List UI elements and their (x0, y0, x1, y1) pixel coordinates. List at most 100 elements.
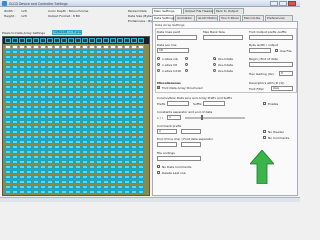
grid-cell[interactable] (131, 160, 137, 164)
grid-cell[interactable] (89, 150, 95, 154)
tab-output-file-header[interactable]: Output File Header (183, 8, 213, 14)
grid-cell[interactable] (110, 45, 116, 49)
grid-cell[interactable] (117, 115, 123, 119)
grid-cell[interactable] (110, 170, 116, 174)
grid-cell[interactable] (82, 95, 88, 99)
grid-cell[interactable] (12, 45, 18, 49)
radio-left-1[interactable] (157, 57, 160, 60)
grid-cell[interactable] (82, 160, 88, 164)
grid-cell[interactable] (47, 190, 53, 194)
grid-cell[interactable] (124, 60, 130, 64)
grid-cell[interactable] (12, 65, 18, 69)
grid-cell[interactable] (117, 175, 123, 179)
grid-cell[interactable] (33, 155, 39, 159)
grid-cell[interactable] (40, 175, 46, 179)
grid-cell[interactable] (131, 150, 137, 154)
grid-cell[interactable] (12, 140, 18, 144)
grid-cell[interactable] (40, 190, 46, 194)
grid-cell[interactable] (33, 145, 39, 149)
comment-suffix-field[interactable] (181, 129, 201, 134)
grid-cell[interactable] (75, 165, 81, 169)
grid-cell[interactable] (5, 55, 11, 59)
grid-cell[interactable] (138, 65, 144, 69)
grid-cell[interactable] (12, 90, 18, 94)
grid-cell[interactable] (75, 130, 81, 134)
grid-cell[interactable] (75, 180, 81, 184)
grid-cell[interactable] (68, 130, 74, 134)
grid-cell[interactable] (68, 165, 74, 169)
grid-cell[interactable] (61, 150, 67, 154)
grid-cell[interactable] (82, 120, 88, 124)
grid-cell[interactable] (40, 130, 46, 134)
grid-cell[interactable] (61, 80, 67, 84)
grid-cell[interactable] (124, 155, 130, 159)
grid-cell[interactable] (33, 170, 39, 174)
grid-cell[interactable] (5, 160, 11, 164)
grid-cell[interactable] (75, 110, 81, 114)
grid-cell[interactable] (89, 155, 95, 159)
grid-cell[interactable] (68, 60, 74, 64)
grid-cell[interactable] (124, 45, 130, 49)
grid-cell[interactable] (138, 60, 144, 64)
grid-cell[interactable] (75, 135, 81, 139)
grid-cell[interactable] (61, 65, 67, 69)
grid-cell[interactable] (103, 60, 109, 64)
grid-cell[interactable] (12, 70, 18, 74)
grid-cell[interactable] (54, 70, 60, 74)
grid-cell[interactable] (19, 155, 25, 159)
grid-cell[interactable] (82, 150, 88, 154)
grid-cell[interactable] (5, 65, 11, 69)
grid-cell[interactable] (40, 170, 46, 174)
grid-cell[interactable] (19, 75, 25, 79)
grid-cell[interactable] (19, 125, 25, 129)
grid-cell[interactable] (124, 150, 130, 154)
grid-cell[interactable] (82, 130, 88, 134)
grid-cell[interactable] (110, 190, 116, 194)
separator-slider-thumb[interactable] (201, 115, 203, 120)
grid-cell[interactable] (54, 80, 60, 84)
grid-cell[interactable] (26, 150, 32, 154)
grid-cell[interactable] (19, 50, 25, 54)
grid-cell[interactable] (103, 110, 109, 114)
grid-cell[interactable] (12, 50, 18, 54)
grid-cell[interactable] (12, 160, 18, 164)
grid-cell[interactable] (110, 140, 116, 144)
tab-pack-to-output[interactable]: Pack to Output (214, 8, 244, 14)
grid-cell[interactable] (33, 180, 39, 184)
grid-cell[interactable] (12, 135, 18, 139)
grid-cell[interactable] (47, 150, 53, 154)
grid-cell[interactable] (138, 125, 144, 129)
grid-cell[interactable] (26, 70, 32, 74)
grid-cell[interactable] (61, 70, 67, 74)
grid-cell[interactable] (26, 135, 32, 139)
grid-cell[interactable] (47, 145, 53, 149)
grid-cell[interactable] (138, 190, 144, 194)
grid-cell[interactable] (47, 90, 53, 94)
grid-cell[interactable] (110, 105, 116, 109)
grid-cell[interactable] (19, 115, 25, 119)
grid-cell[interactable] (110, 135, 116, 139)
grid-cell[interactable] (117, 165, 123, 169)
grid-cell[interactable] (131, 165, 137, 169)
grid-cell[interactable] (54, 45, 60, 49)
grid-cell[interactable] (117, 90, 123, 94)
grid-cell[interactable] (5, 70, 11, 74)
grid-cell[interactable] (117, 190, 123, 194)
grid-cell[interactable] (40, 180, 46, 184)
grid-cell[interactable] (103, 120, 109, 124)
grid-cell[interactable] (19, 140, 25, 144)
grid-cell[interactable] (61, 140, 67, 144)
grid-cell[interactable] (19, 175, 25, 179)
grid-cell[interactable] (26, 140, 32, 144)
grid-cell[interactable] (138, 110, 144, 114)
grid-cell[interactable] (138, 100, 144, 104)
grid-cell[interactable] (96, 90, 102, 94)
grid-cell[interactable] (40, 100, 46, 104)
grid-cell[interactable] (5, 180, 11, 184)
grid-cell[interactable] (5, 105, 11, 109)
grid-cell[interactable] (12, 150, 18, 154)
grid-cell[interactable] (138, 175, 144, 179)
grid-cell[interactable] (68, 50, 74, 54)
grid-cell[interactable] (54, 110, 60, 114)
grid-cell[interactable] (131, 130, 137, 134)
